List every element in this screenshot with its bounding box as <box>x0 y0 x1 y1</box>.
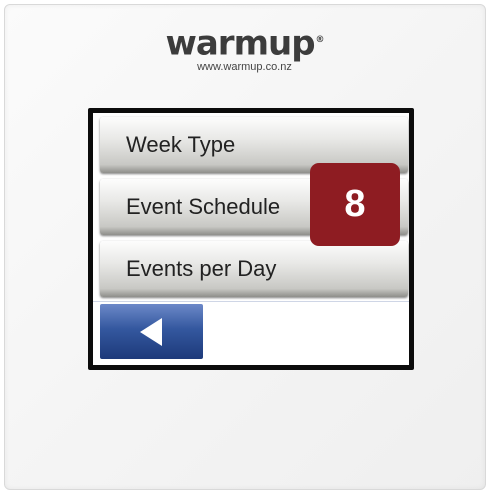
website-url: www.warmup.co.nz <box>197 61 292 73</box>
back-arrow-icon <box>140 318 162 346</box>
menu-item-label: Week Type <box>126 132 236 157</box>
menu-item-label: Events per Day <box>126 256 277 281</box>
logo-text: warmup <box>165 23 315 64</box>
trademark-symbol: ® <box>315 35 325 45</box>
callout-badge: 8 <box>310 163 400 246</box>
back-button[interactable] <box>100 304 203 359</box>
brand-logo: warmup® <box>0 20 489 63</box>
menu-item-events-per-day[interactable]: Events per Day <box>100 241 408 297</box>
menu-item-label: Event Schedule <box>126 194 281 219</box>
